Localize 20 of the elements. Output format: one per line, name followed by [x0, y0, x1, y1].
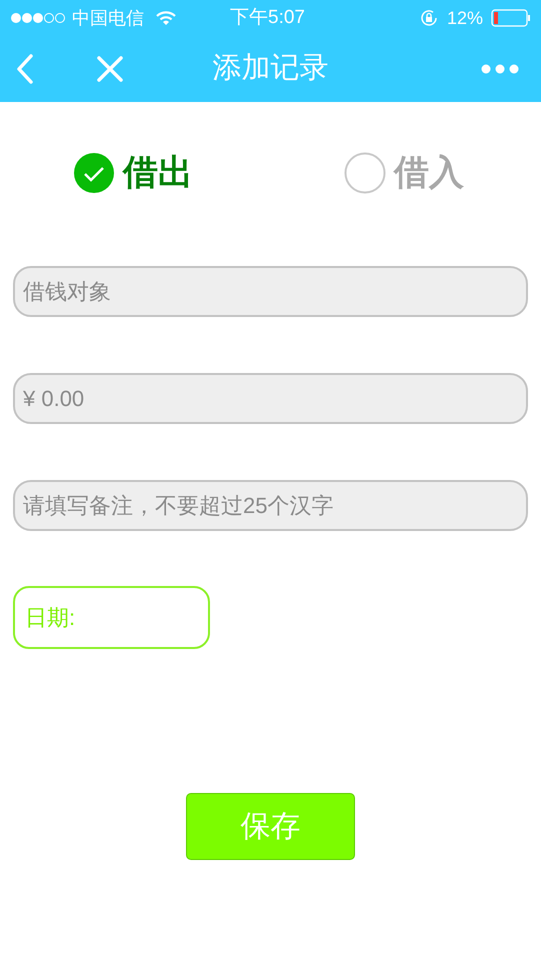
clock-time: 下午5:07 [230, 6, 305, 30]
close-icon [96, 55, 124, 83]
radio-option[interactable]: 借出 [0, 150, 270, 196]
radio-option[interactable]: 借入 [270, 150, 541, 196]
input-field[interactable]: 借钱对象 [13, 266, 528, 317]
input-field[interactable]: 请填写备注，不要超过25个汉字 [13, 480, 528, 531]
page-title: 添加记录 [212, 51, 330, 86]
date-field[interactable]: 日期: [13, 586, 210, 649]
input-field[interactable]: ¥ 0.00 [13, 373, 528, 424]
unchecked-icon [344, 152, 386, 194]
rotation-lock-icon [418, 8, 439, 28]
save-button[interactable]: 保存 [186, 793, 355, 860]
more-icon [481, 64, 519, 74]
wifi-icon [156, 10, 176, 26]
back-icon [16, 54, 34, 84]
signal-icon [10, 12, 66, 24]
battery-icon [491, 9, 531, 27]
carrier-name: 中国电信 [72, 6, 144, 30]
checked-icon [73, 152, 115, 194]
battery-percent: 12% [446, 6, 483, 30]
